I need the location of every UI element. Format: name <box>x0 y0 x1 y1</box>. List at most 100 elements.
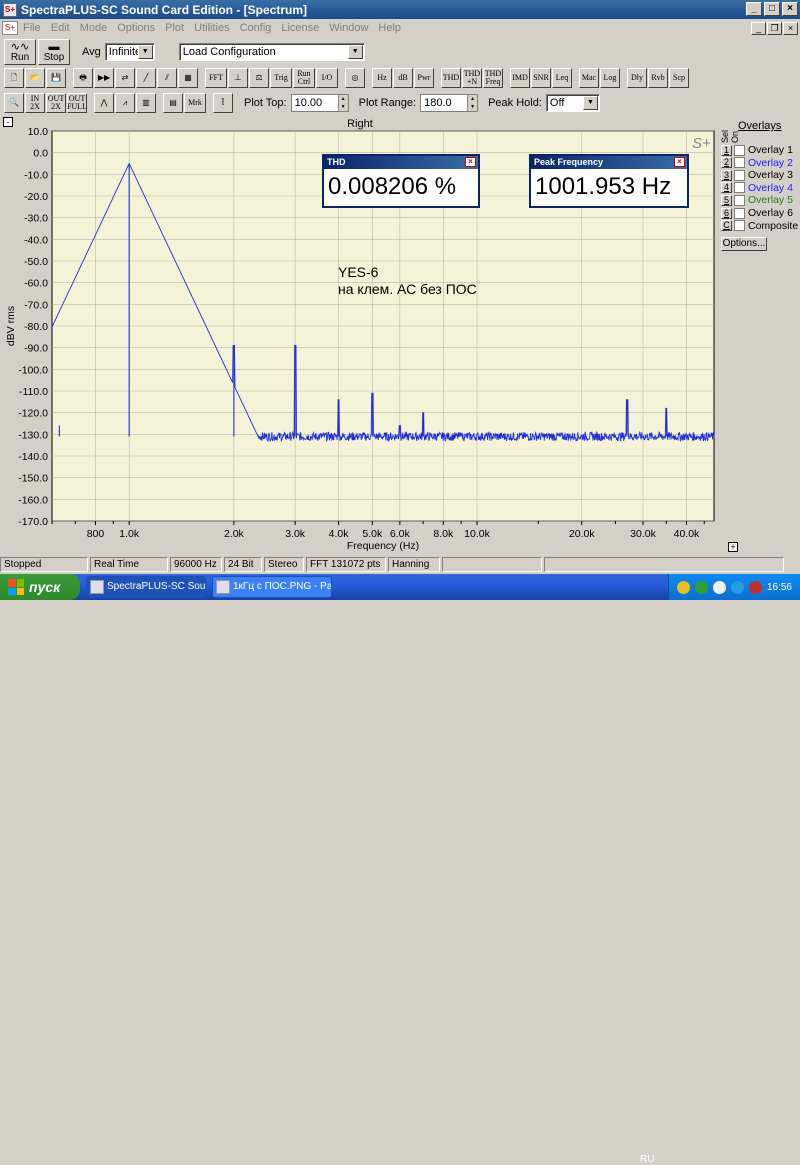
record-icon[interactable]: ⇄ <box>115 68 135 88</box>
mac-button[interactable]: Mac <box>579 68 599 88</box>
print-icon[interactable]: 🖶 <box>73 68 93 88</box>
tray-icon-1[interactable] <box>676 580 690 594</box>
menu-edit[interactable]: Edit <box>46 22 75 34</box>
menu-license[interactable]: License <box>276 22 324 34</box>
zoom-out-2x-button[interactable]: OUT 2X <box>46 93 66 113</box>
menu-help[interactable]: Help <box>373 22 406 34</box>
zoom-out-full-button[interactable]: OUT FULL <box>67 93 87 113</box>
log-button[interactable]: Log <box>600 68 620 88</box>
dly-button[interactable]: Dly <box>627 68 647 88</box>
play-icon[interactable]: ▶▶ <box>94 68 114 88</box>
scale-icon[interactable]: ⊥ <box>228 68 248 88</box>
mdi-close-button[interactable]: × <box>783 21 798 35</box>
chevron-down-icon[interactable]: ▼ <box>582 96 598 110</box>
overlay-select-button[interactable]: 6 <box>721 207 732 219</box>
overlay-checkbox[interactable] <box>734 207 745 219</box>
sweep-icon[interactable]: ⫽ <box>157 68 177 88</box>
mdi-minimize-button[interactable]: _ <box>751 21 766 35</box>
zoom-in-2x-button[interactable]: IN 2X <box>25 93 45 113</box>
overlay-checkbox[interactable] <box>734 220 745 232</box>
run-ctrl-button[interactable]: Run Ctrl <box>293 68 315 88</box>
close-icon[interactable]: × <box>465 157 476 167</box>
volume-icon[interactable] <box>712 580 726 594</box>
rvb-button[interactable]: Rvb <box>648 68 668 88</box>
open-icon[interactable]: 📂 <box>25 68 45 88</box>
overlay-checkbox[interactable] <box>734 169 745 181</box>
overlay-select-button[interactable]: 1 <box>721 144 732 156</box>
task-paint[interactable]: 1кГц с ПОС.PNG - Paint <box>212 576 332 598</box>
task-spectraplus[interactable]: SpectraPLUS-SC Sou... <box>86 576 206 598</box>
overlay-checkbox[interactable] <box>734 194 745 206</box>
imd-button[interactable]: IMD <box>510 68 530 88</box>
document-icon[interactable]: S+ <box>2 21 18 35</box>
fft-button[interactable]: FFT <box>205 68 227 88</box>
tray-icon-4[interactable] <box>730 580 744 594</box>
thd-meter-titlebar[interactable]: THD × <box>324 156 478 169</box>
menu-file[interactable]: File <box>18 22 46 34</box>
snr-button[interactable]: SNR <box>531 68 551 88</box>
config-select[interactable]: Load Configuration ▼ <box>178 43 365 61</box>
overlay-row[interactable]: 5 Overlay 5 <box>721 194 793 206</box>
stop-button[interactable]: ▬ Stop <box>38 39 70 65</box>
overlay-checkbox[interactable] <box>734 144 745 156</box>
expand-button[interactable]: + <box>728 542 738 552</box>
tray-icon-2[interactable] <box>694 580 708 594</box>
overlay-select-button[interactable]: 5 <box>721 194 732 206</box>
peak-hold-select[interactable]: Off ▼ <box>545 94 600 112</box>
overlay-select-button[interactable]: 2 <box>721 157 732 169</box>
leq-button[interactable]: Leq <box>552 68 572 88</box>
grid-icon[interactable]: ▤ <box>163 93 183 113</box>
overlay-row[interactable]: C Composite <box>721 220 798 232</box>
overlay-row[interactable]: 6 Overlay 6 <box>721 207 793 219</box>
overlay-select-button[interactable]: 4 <box>721 182 732 194</box>
avg-select[interactable]: Infinite ▼ <box>104 43 155 61</box>
generator-icon[interactable]: ◎ <box>345 68 365 88</box>
plot-range-input[interactable]: 180.0 ▲ ▼ <box>420 94 479 112</box>
overlay-select-button[interactable]: C <box>721 220 732 232</box>
menu-options[interactable]: Options <box>112 22 160 34</box>
minimize-button[interactable]: _ <box>746 2 762 16</box>
bars-icon[interactable]: ▥ <box>136 93 156 113</box>
menu-mode[interactable]: Mode <box>75 22 113 34</box>
ramp-icon[interactable]: ╱ <box>136 68 156 88</box>
thd-freq-button[interactable]: THD Freq <box>483 68 503 88</box>
tray-icon-5[interactable] <box>748 580 762 594</box>
overlay-row[interactable]: 3 Overlay 3 <box>721 169 793 181</box>
close-button[interactable]: × <box>782 2 798 16</box>
peak-frequency-window[interactable]: Peak Frequency × 1001.953 Hz <box>529 154 689 208</box>
options-button[interactable]: Options... <box>721 237 767 251</box>
plot-top-input[interactable]: 10.00 ▲ ▼ <box>290 94 349 112</box>
pwr-button[interactable]: Pwr <box>414 68 434 88</box>
start-button[interactable]: пуск <box>0 574 80 600</box>
spinner-icon[interactable]: ▲ ▼ <box>467 95 478 111</box>
overlay-checkbox[interactable] <box>734 157 745 169</box>
save-icon[interactable]: 💾 <box>46 68 66 88</box>
close-icon[interactable]: × <box>674 157 685 167</box>
chevron-down-icon[interactable]: ▼ <box>137 45 153 59</box>
thd-meter-window[interactable]: THD × 0.008206 % <box>322 154 480 208</box>
io-button[interactable]: I/O <box>316 68 338 88</box>
zoom-icon[interactable]: 🔍 <box>4 93 24 113</box>
language-indicator[interactable]: RU <box>640 1154 654 1165</box>
spectrum-icon[interactable]: ▦ <box>178 68 198 88</box>
thd-n-button[interactable]: THD +N <box>462 68 482 88</box>
scp-button[interactable]: Scp <box>669 68 689 88</box>
weighting-icon[interactable]: ⚖ <box>249 68 269 88</box>
chevron-down-icon[interactable]: ▼ <box>347 45 363 59</box>
harmonics-icon[interactable]: ⩘ <box>115 93 135 113</box>
trig-button[interactable]: Trig <box>270 68 292 88</box>
marker-button[interactable]: Mrk <box>184 93 206 113</box>
run-button[interactable]: ∿∿ Run <box>4 39 36 65</box>
peak-icon[interactable]: ⋀ <box>94 93 114 113</box>
mdi-restore-button[interactable]: ❐ <box>767 21 782 35</box>
menu-window[interactable]: Window <box>324 22 373 34</box>
menu-utilities[interactable]: Utilities <box>189 22 234 34</box>
peak-frequency-titlebar[interactable]: Peak Frequency × <box>531 156 687 169</box>
overlay-row[interactable]: 1 Overlay 1 <box>721 144 793 156</box>
thd-button[interactable]: THD <box>441 68 461 88</box>
maximize-button[interactable]: □ <box>764 2 780 16</box>
db-button[interactable]: dB <box>393 68 413 88</box>
overlay-checkbox[interactable] <box>734 182 745 194</box>
new-icon[interactable]: 🗋 <box>4 68 24 88</box>
menu-plot[interactable]: Plot <box>160 22 189 34</box>
